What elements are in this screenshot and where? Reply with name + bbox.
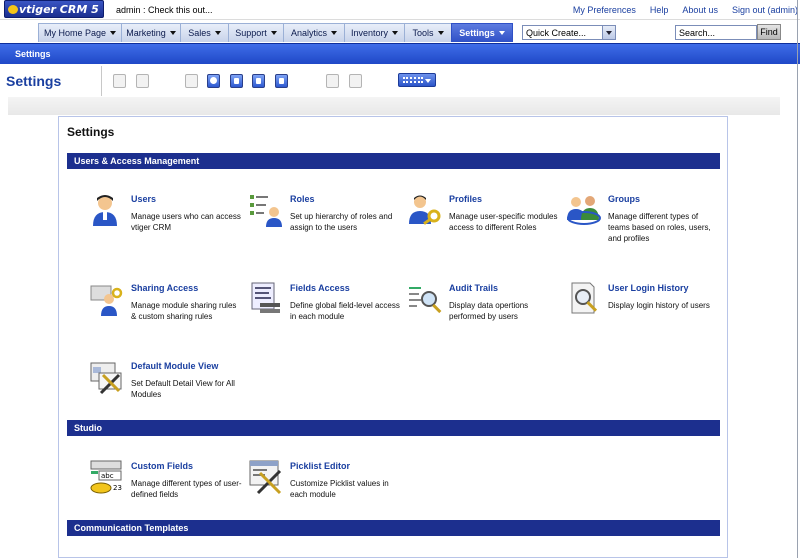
sharing-access-icon [90,285,123,316]
item-description: Manage different types of user-defined f… [131,479,242,499]
item-name: Default Module View [131,361,219,371]
admin-announcement: admin : Check this out... [116,5,213,15]
item-name: Profiles [449,194,483,204]
sign-out-link[interactable]: Sign out (admin) [732,5,798,15]
item-name: Users [131,194,157,204]
section-header-communication-templates: Communication Templates [67,520,720,536]
custom-fields-icon: abc 23 [90,460,122,494]
tab-marketing[interactable]: Marketing [121,23,181,42]
audit-trails-icon [409,287,442,314]
groups-icon [567,196,601,225]
settings-item-default-module-view[interactable]: Default Module View Set Default Detail V… [89,359,245,429]
settings-item-picklist-editor[interactable]: Picklist Editor Customize Picklist value… [248,459,404,529]
profiles-key-icon [409,195,441,225]
tab-tools[interactable]: Tools [404,23,452,42]
chevron-down-icon [331,31,337,35]
fields-access-icon [251,282,280,313]
help-link[interactable]: Help [650,5,669,15]
chevron-down-icon [214,31,221,35]
item-name: Picklist Editor [290,461,351,471]
panel-title: Settings [67,125,115,139]
settings-item-users[interactable]: Users Manage users who can access vtiger… [89,192,245,262]
login-history-icon [571,282,598,314]
item-description: Customize Picklist values in each module [290,479,389,499]
window-border [797,0,798,558]
chevron-down-icon [270,31,277,35]
toolbar-shadow [8,97,780,115]
chevron-down-icon [437,31,444,35]
create-icon [113,74,126,88]
about-us-link[interactable]: About us [682,5,718,15]
item-description: Set up hierarchy of roles and assign to … [290,212,393,232]
clock-icon[interactable] [207,74,220,88]
breadcrumb-bar: Settings [0,43,800,64]
tab-support[interactable]: Support [228,23,284,42]
item-description: Display data opertions performed by user… [449,301,529,321]
item-description: Define global field-level access in each… [290,301,400,321]
settings-item-sharing-access[interactable]: Sharing Access Manage module sharing rul… [89,281,245,351]
tab-settings[interactable]: Settings [451,23,513,42]
item-name: Audit Trails [449,283,499,293]
svg-text:abc: abc [101,472,114,480]
toolbar: Settings [0,64,800,98]
default-module-view-icon [90,362,122,395]
picklist-editor-icon [249,460,282,495]
item-name: Groups [608,194,641,204]
section-header-studio: Studio [67,420,720,436]
import-icon [326,74,339,88]
settings-item-roles[interactable]: Roles Set up hierarchy of roles and assi… [248,192,404,262]
settings-item-fields-access[interactable]: Fields Access Define global field-level … [248,281,404,351]
tab-inventory[interactable]: Inventory [344,23,405,42]
export-icon [349,74,362,88]
view-switcher-button[interactable] [398,73,436,87]
search-input[interactable]: Search... [675,25,757,40]
item-name: Roles [290,194,315,204]
item-description: Manage module sharing rules & custom sha… [131,301,237,321]
list-view-icon [403,77,423,83]
calculator-icon[interactable] [230,74,243,88]
settings-item-profiles[interactable]: Profiles Manage user-specific modules ac… [407,192,563,262]
chevron-down-icon [498,31,505,35]
search-icon [136,74,149,88]
item-description: Display login history of users [608,301,710,310]
user-icon [93,195,117,226]
item-name: Custom Fields [131,461,194,471]
toolbar-divider [101,66,102,96]
chat-icon[interactable] [252,74,265,88]
roles-icon [250,195,282,227]
chevron-down-icon [392,31,399,35]
tracker-icon[interactable] [275,74,288,88]
item-name: Fields Access [290,283,350,293]
item-description: Manage user-specific modules access to d… [449,212,558,232]
section-header-users-access: Users & Access Management [67,153,720,169]
chevron-down-icon [169,31,176,35]
tab-analytics[interactable]: Analytics [283,23,345,42]
calendar-icon [185,74,198,88]
item-name: User Login History [608,283,689,293]
svg-text:23: 23 [113,484,122,492]
item-description: Set Default Detail View for All Modules [131,379,235,399]
my-preferences-link[interactable]: My Preferences [573,5,636,15]
item-name: Sharing Access [131,283,199,293]
settings-item-audit-trails[interactable]: Audit Trails Display data opertions perf… [407,281,563,351]
item-description: Manage users who can access vtiger CRM [131,212,241,232]
item-description: Manage different types of teams based on… [608,212,711,243]
page-title: Settings [6,73,62,89]
tab-my-home-page[interactable]: My Home Page [38,23,122,42]
settings-item-custom-fields[interactable]: abc 23 Custom Fields Manage different typ… [89,459,245,529]
top-header: vtiger CRM 5 admin : Check this out... M… [0,0,800,20]
top-links: My Preferences Help About us Sign out (a… [559,5,798,15]
chevron-down-icon [110,31,117,35]
tab-sales[interactable]: Sales [180,23,229,42]
settings-panel: Settings Users & Access Management Users… [58,116,728,558]
find-button[interactable]: Find [757,24,781,40]
dropdown-arrow-icon[interactable] [602,26,615,39]
vtiger-logo[interactable]: vtiger CRM 5 [4,0,104,18]
settings-item-groups[interactable]: Groups Manage different types of teams b… [566,192,722,262]
breadcrumb[interactable]: Settings [15,49,51,59]
quick-create-select[interactable]: Quick Create... [522,25,616,40]
settings-item-user-login-history[interactable]: User Login History Display login history… [566,281,722,351]
